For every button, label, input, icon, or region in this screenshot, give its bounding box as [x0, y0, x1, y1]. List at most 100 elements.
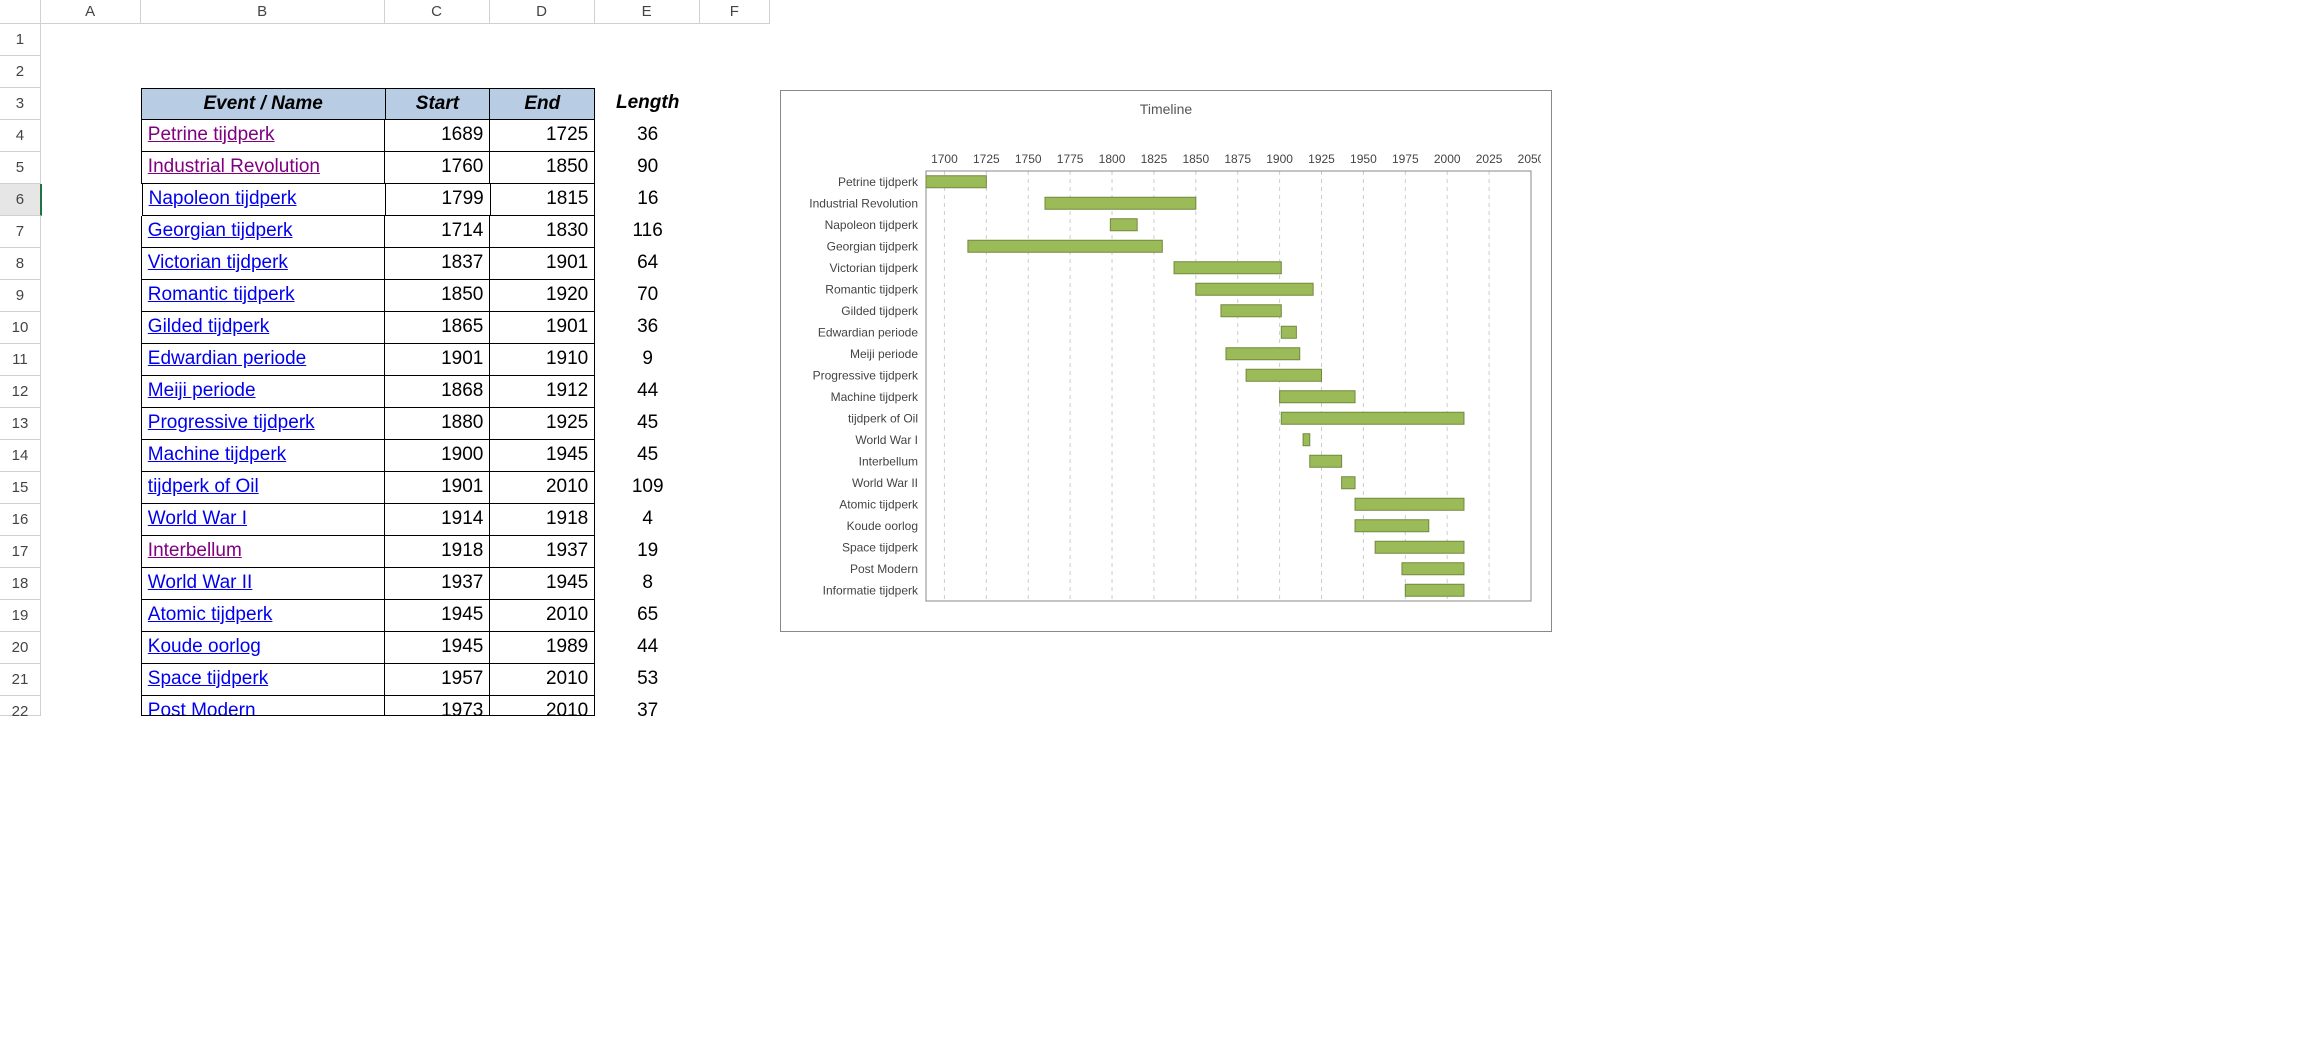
- event-link[interactable]: Machine tijdperk: [148, 444, 286, 465]
- row-header[interactable]: 14: [0, 440, 41, 472]
- table-header-length[interactable]: Length: [595, 88, 700, 120]
- cell-end[interactable]: 2010: [490, 472, 595, 504]
- row-header[interactable]: 21: [0, 664, 41, 696]
- cell[interactable]: [700, 120, 770, 152]
- cell-length[interactable]: 16: [595, 184, 700, 216]
- cell-event[interactable]: Georgian tijdperk: [141, 216, 386, 248]
- cell-event[interactable]: tijdperk of Oil: [141, 472, 386, 504]
- cell[interactable]: [41, 440, 141, 472]
- cell-length[interactable]: 36: [595, 312, 700, 344]
- cell[interactable]: [41, 536, 141, 568]
- cell[interactable]: [700, 184, 770, 216]
- event-link[interactable]: Industrial Revolution: [148, 156, 320, 177]
- cell-event[interactable]: Industrial Revolution: [141, 152, 386, 184]
- cell-start[interactable]: 1880: [385, 408, 490, 440]
- cell-length[interactable]: 109: [595, 472, 700, 504]
- row-header[interactable]: 4: [0, 120, 41, 152]
- cell-event[interactable]: Gilded tijdperk: [141, 312, 386, 344]
- chart-bar[interactable]: [968, 240, 1162, 252]
- row-header[interactable]: 1: [0, 24, 41, 56]
- event-link[interactable]: Post Modern: [148, 700, 256, 716]
- cell-length[interactable]: 90: [595, 152, 700, 184]
- column-header-E[interactable]: E: [595, 0, 700, 24]
- chart-bar[interactable]: [1174, 262, 1281, 274]
- row-header[interactable]: 7: [0, 216, 41, 248]
- row-header[interactable]: 3: [0, 88, 41, 120]
- cell[interactable]: [41, 216, 141, 248]
- column-header-B[interactable]: B: [141, 0, 385, 24]
- cell-event[interactable]: World War I: [141, 504, 386, 536]
- column-header-A[interactable]: A: [41, 0, 141, 24]
- cell-event[interactable]: Victorian tijdperk: [141, 248, 386, 280]
- cell[interactable]: [700, 536, 770, 568]
- event-link[interactable]: Gilded tijdperk: [148, 316, 269, 337]
- cell-length[interactable]: 65: [595, 600, 700, 632]
- cell[interactable]: [41, 88, 141, 120]
- column-header-F[interactable]: F: [700, 0, 770, 24]
- cell-length[interactable]: 116: [595, 216, 700, 248]
- cell-start[interactable]: 1799: [386, 184, 491, 216]
- cell-event[interactable]: Petrine tijdperk: [141, 120, 386, 152]
- cell[interactable]: [41, 280, 141, 312]
- row-header[interactable]: 11: [0, 344, 41, 376]
- event-link[interactable]: Koude oorlog: [148, 636, 261, 657]
- cell-length[interactable]: 4: [595, 504, 700, 536]
- cell-end[interactable]: 1945: [490, 440, 595, 472]
- cell[interactable]: [700, 376, 770, 408]
- event-link[interactable]: Napoleon tijdperk: [149, 188, 297, 209]
- cell[interactable]: [41, 664, 141, 696]
- cell-end[interactable]: 1901: [490, 248, 595, 280]
- cell[interactable]: [700, 312, 770, 344]
- cell-length[interactable]: 45: [595, 440, 700, 472]
- chart-bar[interactable]: [1375, 541, 1464, 553]
- cell[interactable]: [41, 120, 141, 152]
- cell[interactable]: [41, 56, 141, 88]
- cell-length[interactable]: 44: [595, 632, 700, 664]
- cell[interactable]: [700, 472, 770, 504]
- cell[interactable]: [700, 216, 770, 248]
- cell-start[interactable]: 1689: [385, 120, 490, 152]
- event-link[interactable]: Romantic tijdperk: [148, 284, 295, 305]
- cell-start[interactable]: 1900: [385, 440, 490, 472]
- table-header-event[interactable]: Event / Name: [141, 88, 386, 120]
- cell-end[interactable]: 1830: [490, 216, 595, 248]
- cell-length[interactable]: 37: [595, 696, 700, 716]
- chart-bar[interactable]: [1402, 563, 1464, 575]
- cell[interactable]: [700, 344, 770, 376]
- cell[interactable]: [386, 24, 491, 56]
- cell-event[interactable]: World War II: [141, 568, 386, 600]
- table-header-end[interactable]: End: [490, 88, 595, 120]
- cell-event[interactable]: Post Modern: [141, 696, 386, 716]
- cell[interactable]: [41, 344, 141, 376]
- cell-start[interactable]: 1868: [385, 376, 490, 408]
- cell-length[interactable]: 45: [595, 408, 700, 440]
- chart-bar[interactable]: [1196, 283, 1313, 295]
- cell-start[interactable]: 1937: [385, 568, 490, 600]
- cell-start[interactable]: 1760: [385, 152, 490, 184]
- cell-start[interactable]: 1865: [385, 312, 490, 344]
- chart-bar[interactable]: [1221, 305, 1281, 317]
- chart-bar[interactable]: [1303, 434, 1310, 446]
- row-header[interactable]: 9: [0, 280, 41, 312]
- chart-bar[interactable]: [1342, 477, 1355, 489]
- cell-length[interactable]: 70: [595, 280, 700, 312]
- event-link[interactable]: Atomic tijdperk: [148, 604, 273, 625]
- cell-start[interactable]: 1945: [385, 600, 490, 632]
- cell-end[interactable]: 1937: [490, 536, 595, 568]
- cell[interactable]: [700, 440, 770, 472]
- cell-start[interactable]: 1957: [385, 664, 490, 696]
- cell[interactable]: [700, 248, 770, 280]
- row-header[interactable]: 2: [0, 56, 41, 88]
- cell-start[interactable]: 1945: [385, 632, 490, 664]
- cell-start[interactable]: 1837: [385, 248, 490, 280]
- cell-event[interactable]: Meiji periode: [141, 376, 386, 408]
- cell[interactable]: [41, 504, 141, 536]
- chart-bar[interactable]: [1405, 584, 1464, 596]
- cell[interactable]: [700, 664, 770, 696]
- chart-bar[interactable]: [1045, 197, 1196, 209]
- cell[interactable]: [700, 56, 770, 88]
- cell-end[interactable]: 1850: [490, 152, 595, 184]
- cell[interactable]: [700, 24, 770, 56]
- cell-end[interactable]: 1815: [491, 184, 596, 216]
- cell[interactable]: [595, 56, 700, 88]
